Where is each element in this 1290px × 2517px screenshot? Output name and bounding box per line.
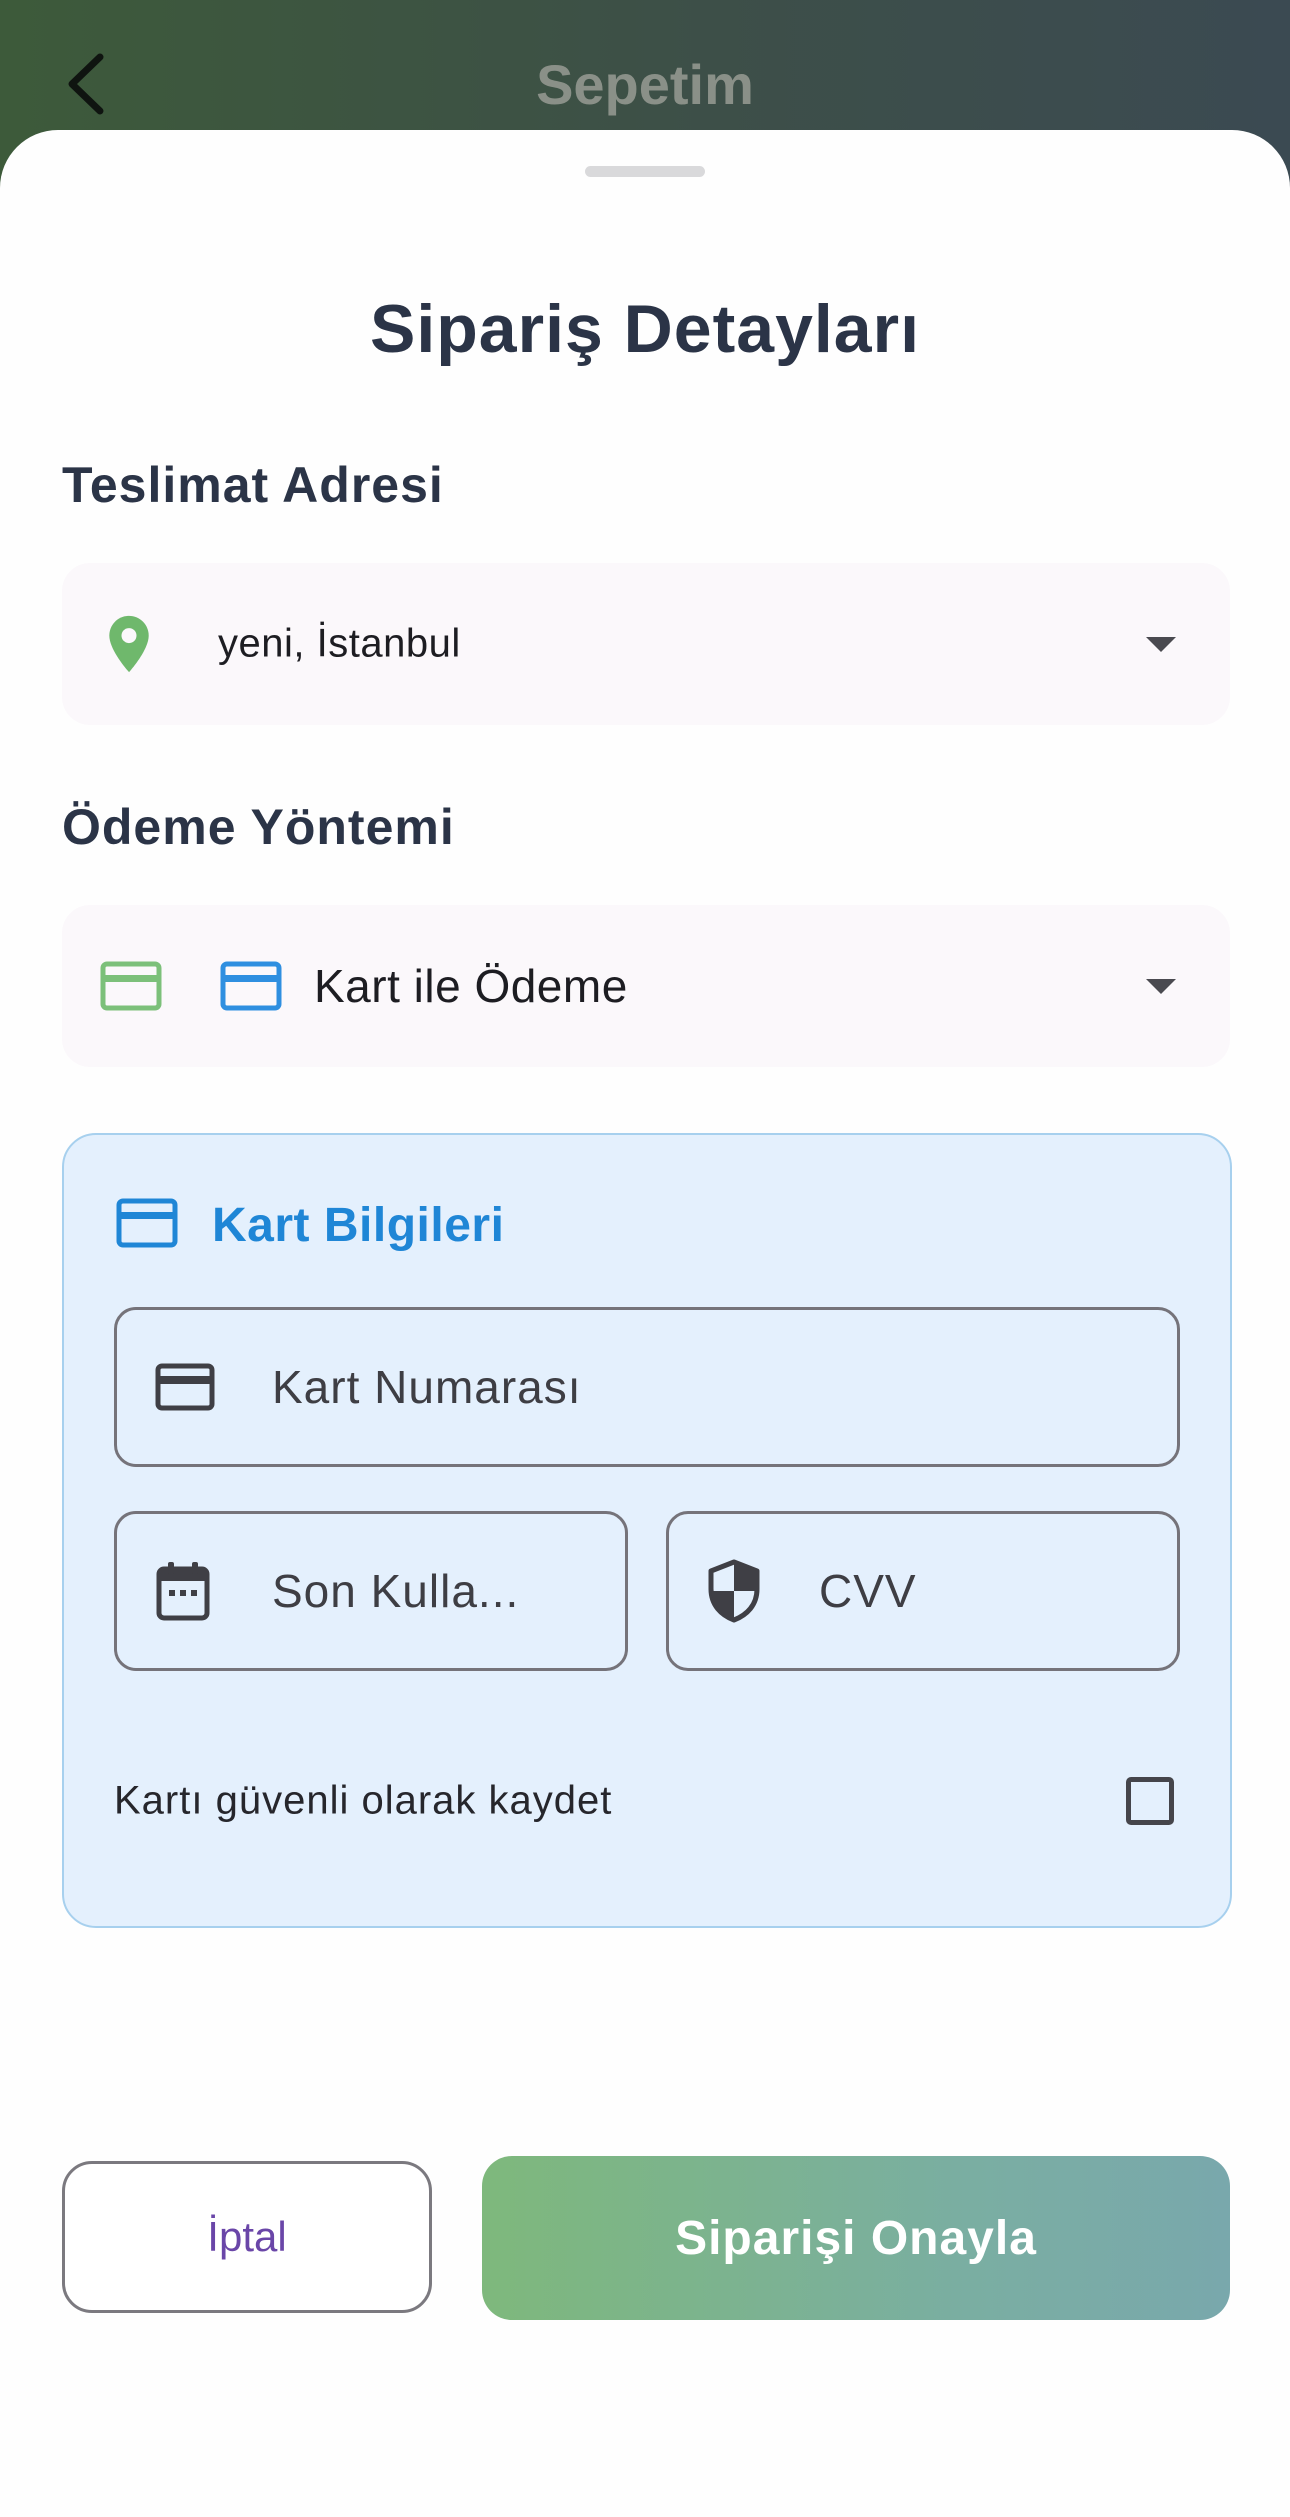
card-info-title: Kart Bilgileri — [212, 1198, 505, 1252]
app-bar-title: Sepetim — [536, 53, 754, 116]
confirm-order-button[interactable]: Siparişi Onayla — [482, 2156, 1230, 2320]
sheet-title: Sipariş Detayları — [370, 291, 920, 367]
dropdown-arrow-icon — [1146, 637, 1176, 652]
dropdown-arrow-icon — [1146, 979, 1176, 994]
cancel-button[interactable]: İptal — [62, 2161, 432, 2313]
delivery-address-label: Teslimat Adresi — [62, 457, 444, 513]
card-info-header: Kart Bilgileri — [116, 1195, 504, 1255]
shield-icon — [707, 1559, 761, 1623]
card-number-field[interactable]: Kart Numarası — [114, 1307, 1180, 1467]
payment-method-dropdown[interactable]: Kart ile Ödeme — [62, 905, 1230, 1067]
calendar-icon — [155, 1560, 211, 1622]
credit-card-icon — [100, 961, 162, 1011]
payment-method-label: Ödeme Yöntemi — [62, 799, 455, 855]
cvv-field[interactable]: CVV — [666, 1511, 1180, 1671]
payment-method-value: Kart ile Ödeme — [314, 960, 628, 1012]
delivery-address-value: yeni, İstanbul — [218, 621, 461, 666]
expiry-date-field[interactable]: Son Kulla... — [114, 1511, 628, 1671]
save-card-checkbox[interactable] — [1126, 1777, 1174, 1825]
credit-card-icon — [220, 961, 282, 1011]
credit-card-icon — [116, 1198, 178, 1253]
card-info-panel: Kart Bilgileri Kart Numarası Son Kulla..… — [62, 1133, 1232, 1928]
save-card-row: Kartı güvenli olarak kaydet — [114, 1761, 1174, 1841]
credit-card-icon — [155, 1363, 215, 1411]
order-details-sheet: Sipariş Detayları Teslimat Adresi yeni, … — [0, 130, 1290, 2517]
save-card-label: Kartı güvenli olarak kaydet — [114, 1778, 613, 1823]
expiry-date-placeholder: Son Kulla... — [272, 1565, 520, 1617]
delivery-address-dropdown[interactable]: yeni, İstanbul — [62, 563, 1230, 725]
cvv-placeholder: CVV — [819, 1565, 917, 1617]
location-pin-icon — [106, 614, 152, 674]
drag-handle[interactable] — [585, 166, 705, 177]
card-number-placeholder: Kart Numarası — [272, 1361, 582, 1413]
